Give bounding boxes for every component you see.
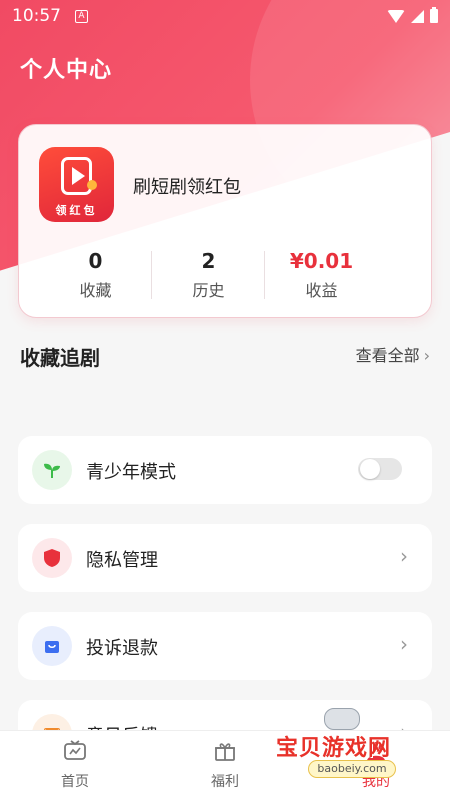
chevron-right-icon: › bbox=[400, 544, 408, 568]
chevron-right-icon: › bbox=[423, 346, 430, 365]
view-all-link[interactable]: 查看全部 › bbox=[356, 342, 430, 366]
stat-history[interactable]: 2 历史 bbox=[152, 247, 265, 303]
stat-label: 历史 bbox=[192, 281, 225, 300]
notification-icon: A bbox=[75, 9, 88, 23]
signal-icon bbox=[411, 9, 424, 23]
status-bar: 10:57 A bbox=[0, 0, 450, 32]
stat-value: ¥0.01 bbox=[289, 249, 354, 273]
app-logo[interactable]: 领红包 bbox=[39, 147, 114, 222]
menu-label: 投诉退款 bbox=[86, 638, 158, 659]
stat-label: 收藏 bbox=[79, 281, 112, 300]
stat-favorites[interactable]: 0 收藏 bbox=[39, 247, 152, 303]
nav-label: 福利 bbox=[211, 774, 239, 790]
watermark-url: baobeiy.com bbox=[308, 760, 396, 778]
view-all-label: 查看全部 bbox=[355, 346, 420, 365]
shield-icon bbox=[32, 538, 72, 578]
bag-icon bbox=[32, 626, 72, 666]
teen-mode-toggle[interactable] bbox=[358, 458, 402, 480]
favorites-section-header: 收藏追剧 查看全部 › bbox=[20, 338, 430, 374]
status-time: 10:57 bbox=[12, 6, 61, 26]
logo-text: 领红包 bbox=[55, 204, 98, 217]
stat-label: 收益 bbox=[305, 281, 338, 300]
stat-value: 2 bbox=[201, 249, 216, 273]
section-title: 收藏追剧 bbox=[20, 346, 100, 370]
nav-label: 首页 bbox=[61, 774, 89, 790]
profile-card: 领红包 刷短剧领红包 0 收藏 2 历史 ¥0.01 收益 bbox=[18, 124, 432, 318]
profile-name: 刷短剧领红包 bbox=[133, 177, 241, 198]
play-icon bbox=[61, 157, 92, 195]
sprout-icon bbox=[32, 450, 72, 490]
wifi-icon bbox=[387, 9, 405, 23]
menu-item-privacy[interactable]: 隐私管理 › bbox=[18, 524, 432, 592]
gamepad-icon bbox=[324, 708, 360, 730]
menu-item-complaint[interactable]: 投诉退款 › bbox=[18, 612, 432, 680]
tv-icon bbox=[63, 739, 87, 763]
battery-icon bbox=[430, 7, 438, 23]
watermark-logo: 宝贝游戏网 baobeiy.com bbox=[276, 706, 426, 794]
watermark-text: 宝贝游戏网 bbox=[276, 736, 392, 761]
gift-icon bbox=[213, 739, 237, 763]
menu-label: 隐私管理 bbox=[86, 550, 158, 571]
toggle-knob bbox=[360, 459, 380, 479]
stats-row: 0 收藏 2 历史 ¥0.01 收益 bbox=[19, 247, 431, 303]
menu-label: 青少年模式 bbox=[86, 462, 176, 483]
chevron-right-icon: › bbox=[400, 632, 408, 656]
nav-home[interactable]: 首页 bbox=[35, 739, 115, 791]
coin-icon bbox=[87, 180, 97, 190]
menu-item-teen-mode[interactable]: 青少年模式 bbox=[18, 436, 432, 504]
stat-earnings[interactable]: ¥0.01 收益 bbox=[265, 247, 378, 303]
page-title: 个人中心 bbox=[20, 58, 113, 83]
nav-welfare[interactable]: 福利 bbox=[185, 739, 265, 791]
stat-value: 0 bbox=[88, 249, 103, 273]
